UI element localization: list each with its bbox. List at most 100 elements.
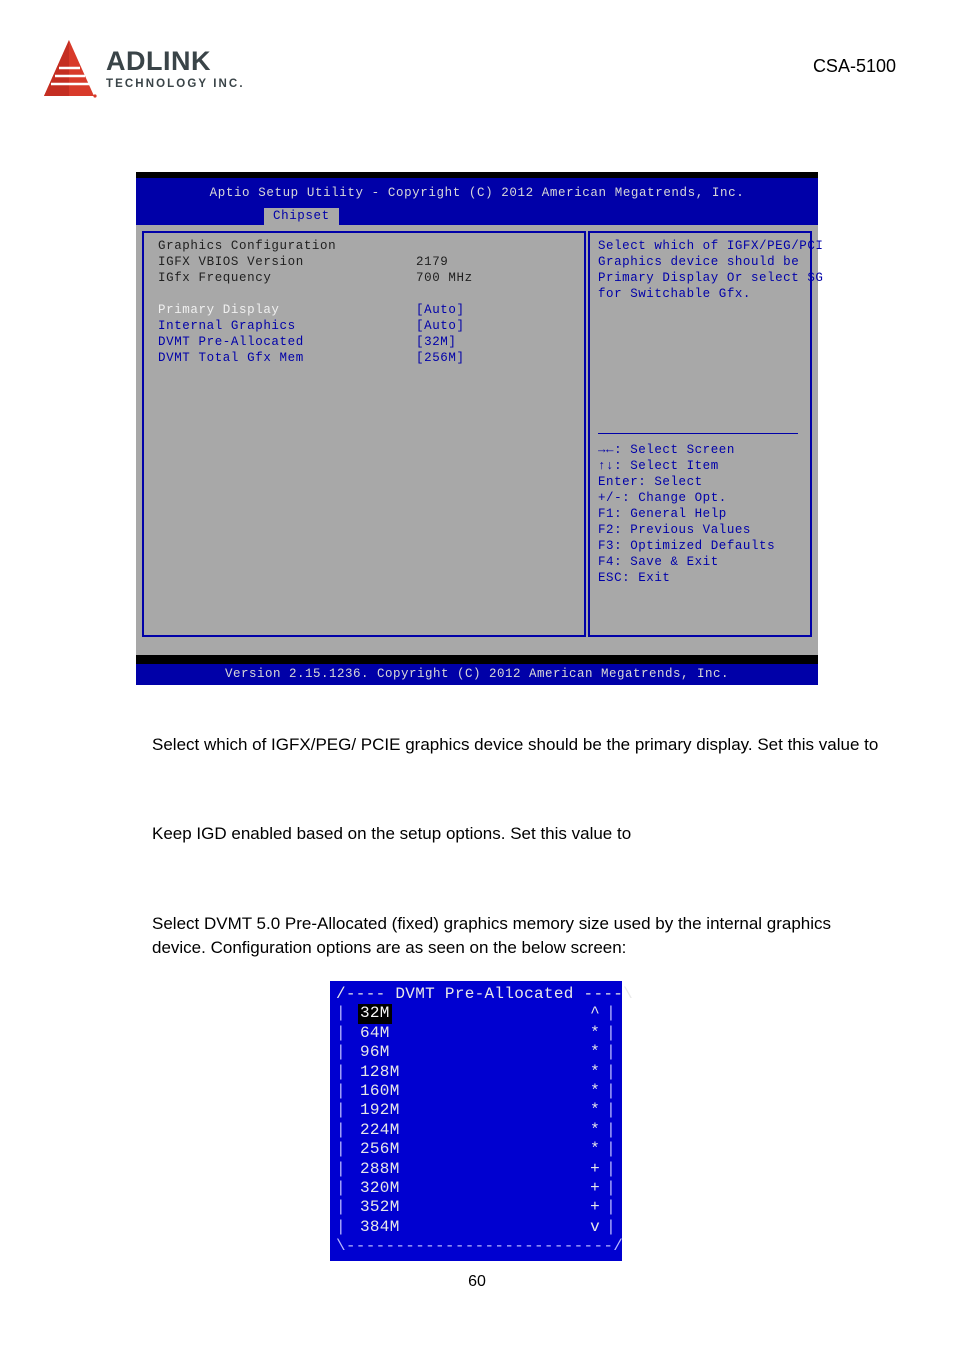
logo-tagline: TECHNOLOGY INC. [106, 78, 245, 90]
popup-border-left: | [336, 1198, 346, 1217]
dvmt-option-256m[interactable]: | 256M * | [330, 1140, 622, 1159]
document-id: CSA-5100 [812, 56, 896, 76]
nav-hint-optimized-defaults: F3: Optimized Defaults [598, 539, 776, 553]
popup-border-left: | [336, 1217, 346, 1236]
row-label: IGFX VBIOS Version [158, 255, 304, 269]
dvmt-option-marker: + [590, 1159, 600, 1178]
bios-version-text: Version 2.15.1236. Copyright (C) 2012 Am… [224, 667, 730, 681]
nav-hint-enter-select: Enter: Select [598, 475, 703, 489]
nav-hint-change-opt: +/-: Change Opt. [598, 491, 727, 505]
logo-name: ADLINK [106, 46, 211, 76]
dvmt-popup-bottom-border: \---------------------------/ [336, 1237, 624, 1256]
dvmt-option-marker: + [590, 1178, 600, 1197]
popup-border-left: | [336, 1178, 346, 1197]
popup-border-right: | [606, 1140, 616, 1159]
adlink-wordmark: ADLINK TECHNOLOGY INC. [106, 38, 245, 91]
nav-hint-save-and-exit: F4: Save & Exit [598, 555, 719, 569]
popup-border-right: | [606, 1198, 616, 1217]
nav-hint-esc-exit: ESC: Exit [598, 571, 671, 585]
popup-border-right: | [606, 1101, 616, 1120]
popup-border-right: | [606, 1023, 616, 1042]
dvmt-option-marker: * [590, 1120, 600, 1139]
dvmt-option-label: 32M [358, 1004, 392, 1024]
popup-border-right: | [606, 1217, 616, 1236]
bios-settings-panel: Graphics Configuration IGFX VBIOS Versio… [142, 231, 586, 637]
row-label: DVMT Pre-Allocated [158, 335, 304, 349]
dvmt-option-32m[interactable]: | 32M ^ | [330, 1004, 622, 1024]
row-primary-display[interactable]: Primary Display [Auto] [158, 303, 578, 319]
row-value: 2179 [416, 255, 449, 269]
row-internal-graphics[interactable]: Internal Graphics [Auto] [158, 319, 578, 335]
row-value[interactable]: [32M] [416, 335, 457, 349]
dvmt-option-label: 256M [360, 1140, 400, 1159]
tab-chipset[interactable]: Chipset [264, 208, 339, 225]
popup-border-right: | [606, 1120, 616, 1139]
dvmt-option-128m[interactable]: | 128M * | [330, 1063, 622, 1082]
paragraph-dvmt-pre-allocated: Select DVMT 5.0 Pre-Allocated (fixed) gr… [152, 914, 832, 957]
popup-border-left: | [336, 1062, 346, 1081]
help-line: for Switchable Gfx. [598, 287, 751, 301]
bios-help-panel: Select which of IGFX/PEG/PCI Graphics de… [588, 231, 823, 637]
popup-border-left: | [336, 1023, 346, 1042]
dvmt-option-label: 224M [360, 1120, 400, 1139]
graphics-configuration-heading: Graphics Configuration [158, 239, 337, 253]
help-line: Primary Display Or select SG [598, 271, 824, 285]
adlink-triangle-icon [40, 38, 98, 98]
help-line: Graphics device should be [598, 255, 800, 269]
dvmt-option-96m[interactable]: | 96M * | [330, 1043, 622, 1062]
row-value[interactable]: [Auto] [416, 303, 465, 317]
dvmt-option-384m[interactable]: | 384M v | [330, 1218, 622, 1237]
row-igfx-frequency: IGfx Frequency 700 MHz [158, 271, 578, 287]
popup-border-right: | [606, 1043, 616, 1062]
dvmt-option-352m[interactable]: | 352M + | [330, 1198, 622, 1217]
row-label: Primary Display [158, 303, 280, 317]
row-label: IGfx Frequency [158, 271, 272, 285]
dvmt-option-label: 128M [360, 1062, 400, 1081]
dvmt-option-marker: * [590, 1081, 600, 1100]
popup-border-left: | [336, 1004, 346, 1023]
help-line: Select which of IGFX/PEG/PCI [598, 239, 824, 253]
dvmt-option-64m[interactable]: | 64M * | [330, 1024, 622, 1043]
dvmt-option-320m[interactable]: | 320M + | [330, 1179, 622, 1198]
dvmt-option-192m[interactable]: | 192M * | [330, 1101, 622, 1120]
popup-border-right: | [606, 1062, 616, 1081]
dvmt-option-label: 320M [360, 1178, 400, 1197]
popup-border-left: | [336, 1081, 346, 1100]
dvmt-popup-title: /---- DVMT Pre-Allocated ----\ [336, 985, 634, 1003]
dvmt-option-label: 288M [360, 1159, 400, 1178]
dvmt-option-marker: * [590, 1023, 600, 1042]
dvmt-option-marker: v [590, 1217, 600, 1236]
paragraph-primary-display: Select which of IGFX/PEG/ PCIE graphics … [152, 735, 879, 754]
nav-hint-previous-values: F2: Previous Values [598, 523, 751, 537]
row-dvmt-total-gfx-mem[interactable]: DVMT Total Gfx Mem [256M] [158, 351, 578, 367]
dvmt-option-224m[interactable]: | 224M * | [330, 1121, 622, 1140]
row-label: Internal Graphics [158, 319, 296, 333]
popup-border-left: | [336, 1159, 346, 1178]
paragraph-internal-graphics: Keep IGD enabled based on the setup opti… [152, 824, 632, 843]
dvmt-option-label: 192M [360, 1101, 400, 1120]
popup-border-left: | [336, 1101, 346, 1120]
bios-tab-row: Chipset [136, 208, 818, 225]
bios-title-text: Aptio Setup Utility - Copyright (C) 2012… [209, 186, 745, 200]
nav-hint-select-item: ↑↓: Select Item [598, 459, 719, 473]
dvmt-option-marker: * [590, 1140, 600, 1159]
row-dvmt-pre-allocated[interactable]: DVMT Pre-Allocated [32M] [158, 335, 578, 351]
dvmt-pre-allocated-popup: /---- DVMT Pre-Allocated ----\ | 32M ^ |… [330, 981, 634, 1261]
dvmt-option-marker: * [590, 1062, 600, 1081]
nav-hint-general-help: F1: General Help [598, 507, 727, 521]
popup-border-left: | [336, 1043, 346, 1062]
dvmt-option-label: 384M [360, 1217, 400, 1236]
bios-title-bar: Aptio Setup Utility - Copyright (C) 2012… [136, 178, 818, 208]
popup-border-right: | [606, 1159, 616, 1178]
popup-border-right: | [606, 1178, 616, 1197]
dvmt-option-marker: * [590, 1043, 600, 1062]
row-value[interactable]: [256M] [416, 351, 465, 365]
dvmt-option-marker: ^ [590, 1004, 600, 1023]
dvmt-option-288m[interactable]: | 288M + | [330, 1160, 622, 1179]
dvmt-option-label: 96M [360, 1043, 390, 1062]
dvmt-option-160m[interactable]: | 160M * | [330, 1082, 622, 1101]
popup-border-left: | [336, 1140, 346, 1159]
row-value[interactable]: [Auto] [416, 319, 465, 333]
row-label: DVMT Total Gfx Mem [158, 351, 304, 365]
page-number: 60 [468, 1273, 486, 1290]
